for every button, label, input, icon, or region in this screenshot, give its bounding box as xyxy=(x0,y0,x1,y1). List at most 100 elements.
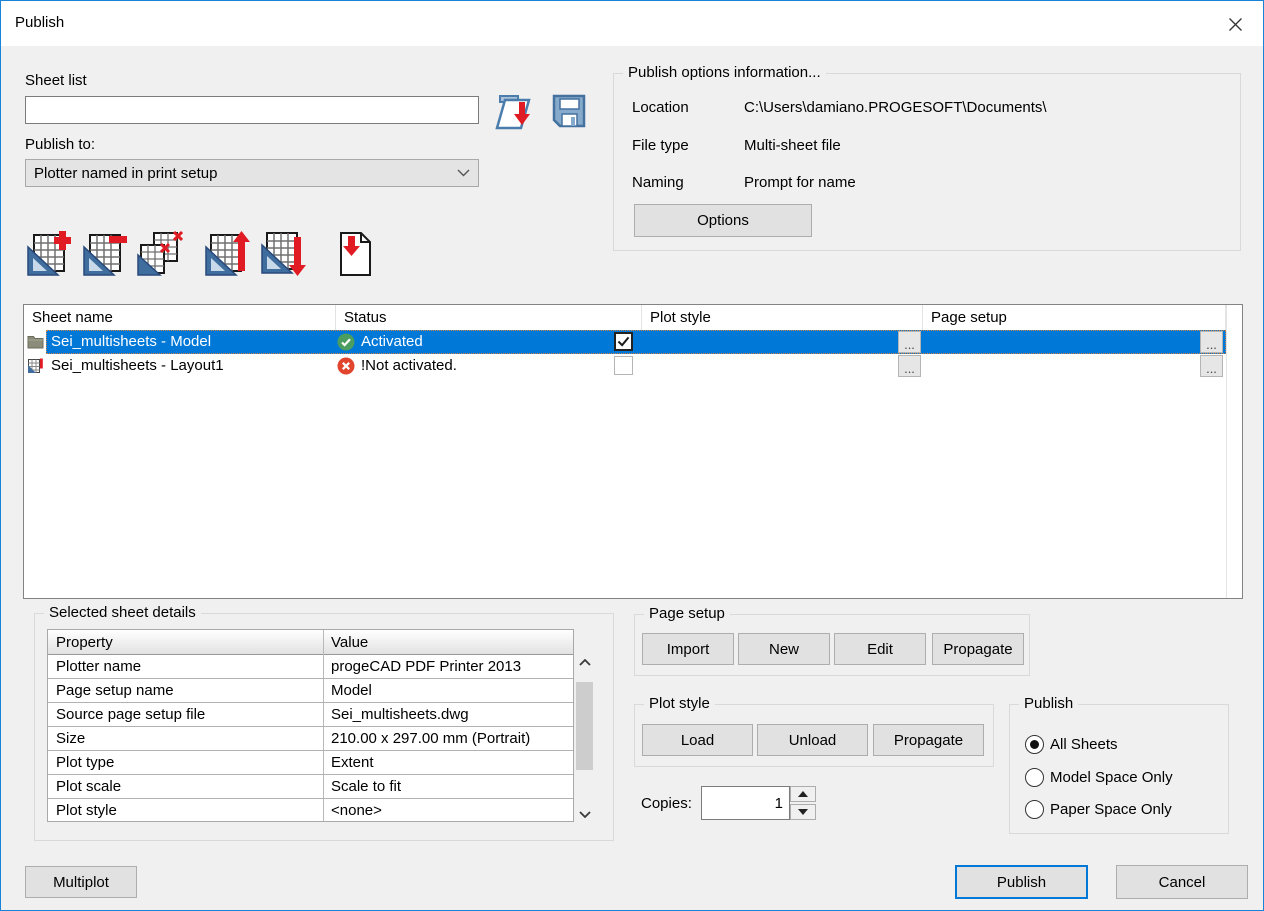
plot-style-title: Plot style xyxy=(644,695,715,712)
window-title: Publish xyxy=(15,14,64,31)
cancel-button[interactable]: Cancel xyxy=(1116,865,1248,899)
sheet-name: Sei_multisheets - Layout1 xyxy=(51,357,224,374)
multiplot-button[interactable]: Multiplot xyxy=(25,866,137,898)
header-property: Property xyxy=(48,630,323,654)
property-row: Plot type Extent xyxy=(48,751,573,775)
status-activated-icon xyxy=(337,333,355,351)
property-cell: Plot type xyxy=(48,751,323,774)
status-not-activated-icon xyxy=(337,357,355,375)
options-button[interactable]: Options xyxy=(634,204,812,237)
radio-unselected-icon xyxy=(1025,800,1044,819)
edit-button[interactable]: Edit xyxy=(834,633,926,665)
plot-style-browse-button[interactable]: ... xyxy=(898,331,921,353)
radio-unselected-icon xyxy=(1025,768,1044,787)
location-label: Location xyxy=(632,99,689,116)
add-sheet-icon xyxy=(25,231,71,277)
scroll-down-button[interactable] xyxy=(575,806,594,822)
radio-model-space-only[interactable]: Model Space Only xyxy=(1025,768,1173,787)
add-sheets-button[interactable] xyxy=(25,231,71,277)
save-sheet-list-button[interactable] xyxy=(547,89,591,133)
property-row: Plotter name progeCAD PDF Printer 2013 xyxy=(48,655,573,679)
naming-value: Prompt for name xyxy=(744,174,856,191)
file-type-label: File type xyxy=(632,137,689,154)
move-sheet-down-button[interactable] xyxy=(261,231,307,277)
column-header-sheet-name[interactable]: Sheet name xyxy=(24,305,336,330)
property-cell: Plot style xyxy=(48,799,323,822)
property-grid-header: Property Value xyxy=(48,630,573,655)
layout-sheet-icon xyxy=(27,358,44,374)
title-bar: Publish xyxy=(1,1,1263,46)
value-cell: Scale to fit xyxy=(323,775,573,798)
plot-style-browse-button[interactable]: ... xyxy=(898,355,921,377)
new-button[interactable]: New xyxy=(738,633,830,665)
status-text: !Not activated. xyxy=(361,357,457,374)
value-cell: Model xyxy=(323,679,573,702)
open-folder-icon xyxy=(491,89,535,133)
scroll-up-button[interactable] xyxy=(575,654,594,670)
import-drawing-button[interactable] xyxy=(337,231,373,277)
property-row: Size 210.00 x 297.00 mm (Portrait) xyxy=(48,727,573,751)
selected-sheet-details-group: Selected sheet details Property Value Pl… xyxy=(34,613,614,841)
radio-label: All Sheets xyxy=(1050,736,1118,753)
propagate-page-setup-button[interactable]: Propagate xyxy=(932,633,1024,665)
property-grid: Property Value Plotter name progeCAD PDF… xyxy=(47,629,574,822)
radio-label: Model Space Only xyxy=(1050,769,1173,786)
column-header-page-setup[interactable]: Page setup xyxy=(923,305,1226,330)
model-folder-icon xyxy=(27,334,44,350)
radio-all-sheets[interactable]: All Sheets xyxy=(1025,735,1118,754)
move-sheet-up-button[interactable] xyxy=(205,231,251,277)
value-cell: <none> xyxy=(323,799,573,822)
close-button[interactable] xyxy=(1219,10,1251,38)
radio-paper-space-only[interactable]: Paper Space Only xyxy=(1025,800,1172,819)
column-header-plot-style[interactable]: Plot style xyxy=(642,305,923,330)
import-button[interactable]: Import xyxy=(642,633,734,665)
propagate-plot-style-button[interactable]: Propagate xyxy=(873,724,984,756)
sheet-list-input[interactable] xyxy=(25,96,479,124)
status-text: Activated xyxy=(361,333,423,350)
table-row-layout1[interactable]: Sei_multisheets - Layout1 !Not activated… xyxy=(24,354,1242,378)
import-drawing-icon xyxy=(337,231,373,277)
publish-to-select[interactable]: Plotter named in print setup xyxy=(25,159,479,187)
load-button[interactable]: Load xyxy=(642,724,753,756)
value-cell: progeCAD PDF Printer 2013 xyxy=(323,655,573,678)
load-sheet-list-button[interactable] xyxy=(491,89,535,133)
header-value: Value xyxy=(323,630,573,654)
include-sheet-checkbox-checked[interactable] xyxy=(614,332,633,351)
remove-all-sheets-button[interactable] xyxy=(137,231,183,277)
page-setup-browse-button[interactable]: ... xyxy=(1200,331,1223,353)
publish-options-title: Publish options information... xyxy=(623,64,826,81)
copies-label: Copies: xyxy=(641,795,692,812)
details-scrollbar xyxy=(575,654,594,822)
value-cell: Sei_multisheets.dwg xyxy=(323,703,573,726)
page-setup-title: Page setup xyxy=(644,605,730,622)
copies-decrement-button[interactable] xyxy=(790,804,816,820)
include-sheet-checkbox-unchecked[interactable] xyxy=(614,356,633,375)
publish-button[interactable]: Publish xyxy=(955,865,1088,899)
column-header-status[interactable]: Status xyxy=(336,305,642,330)
sheet-name: Sei_multisheets - Model xyxy=(51,333,211,350)
location-value: C:\Users\damiano.PROGESOFT\Documents\ xyxy=(744,99,1047,116)
radio-selected-icon xyxy=(1025,735,1044,754)
chevron-down-icon xyxy=(457,169,470,177)
naming-label: Naming xyxy=(632,174,684,191)
plot-style-group: Plot style Load Unload Propagate xyxy=(634,704,994,767)
value-cell: Extent xyxy=(323,751,573,774)
selection-highlight xyxy=(46,330,1226,354)
triangle-down-icon xyxy=(798,809,808,815)
table-row-model[interactable]: Sei_multisheets - Model Activated ... ..… xyxy=(24,330,1242,354)
publish-options-group: Publish options information... Location … xyxy=(613,73,1241,251)
copies-input[interactable] xyxy=(701,786,790,820)
triangle-up-icon xyxy=(798,791,808,797)
unload-button[interactable]: Unload xyxy=(757,724,868,756)
remove-all-sheets-icon xyxy=(137,231,183,277)
check-icon xyxy=(617,336,630,347)
move-sheet-up-icon xyxy=(205,231,251,277)
property-cell: Size xyxy=(48,727,323,750)
copies-increment-button[interactable] xyxy=(790,786,816,802)
publish-scope-title: Publish xyxy=(1019,695,1078,712)
remove-sheets-button[interactable] xyxy=(81,231,127,277)
page-setup-browse-button[interactable]: ... xyxy=(1200,355,1223,377)
scrollbar-thumb[interactable] xyxy=(576,682,593,770)
property-row: Plot scale Scale to fit xyxy=(48,775,573,799)
value-cell: 210.00 x 297.00 mm (Portrait) xyxy=(323,727,573,750)
